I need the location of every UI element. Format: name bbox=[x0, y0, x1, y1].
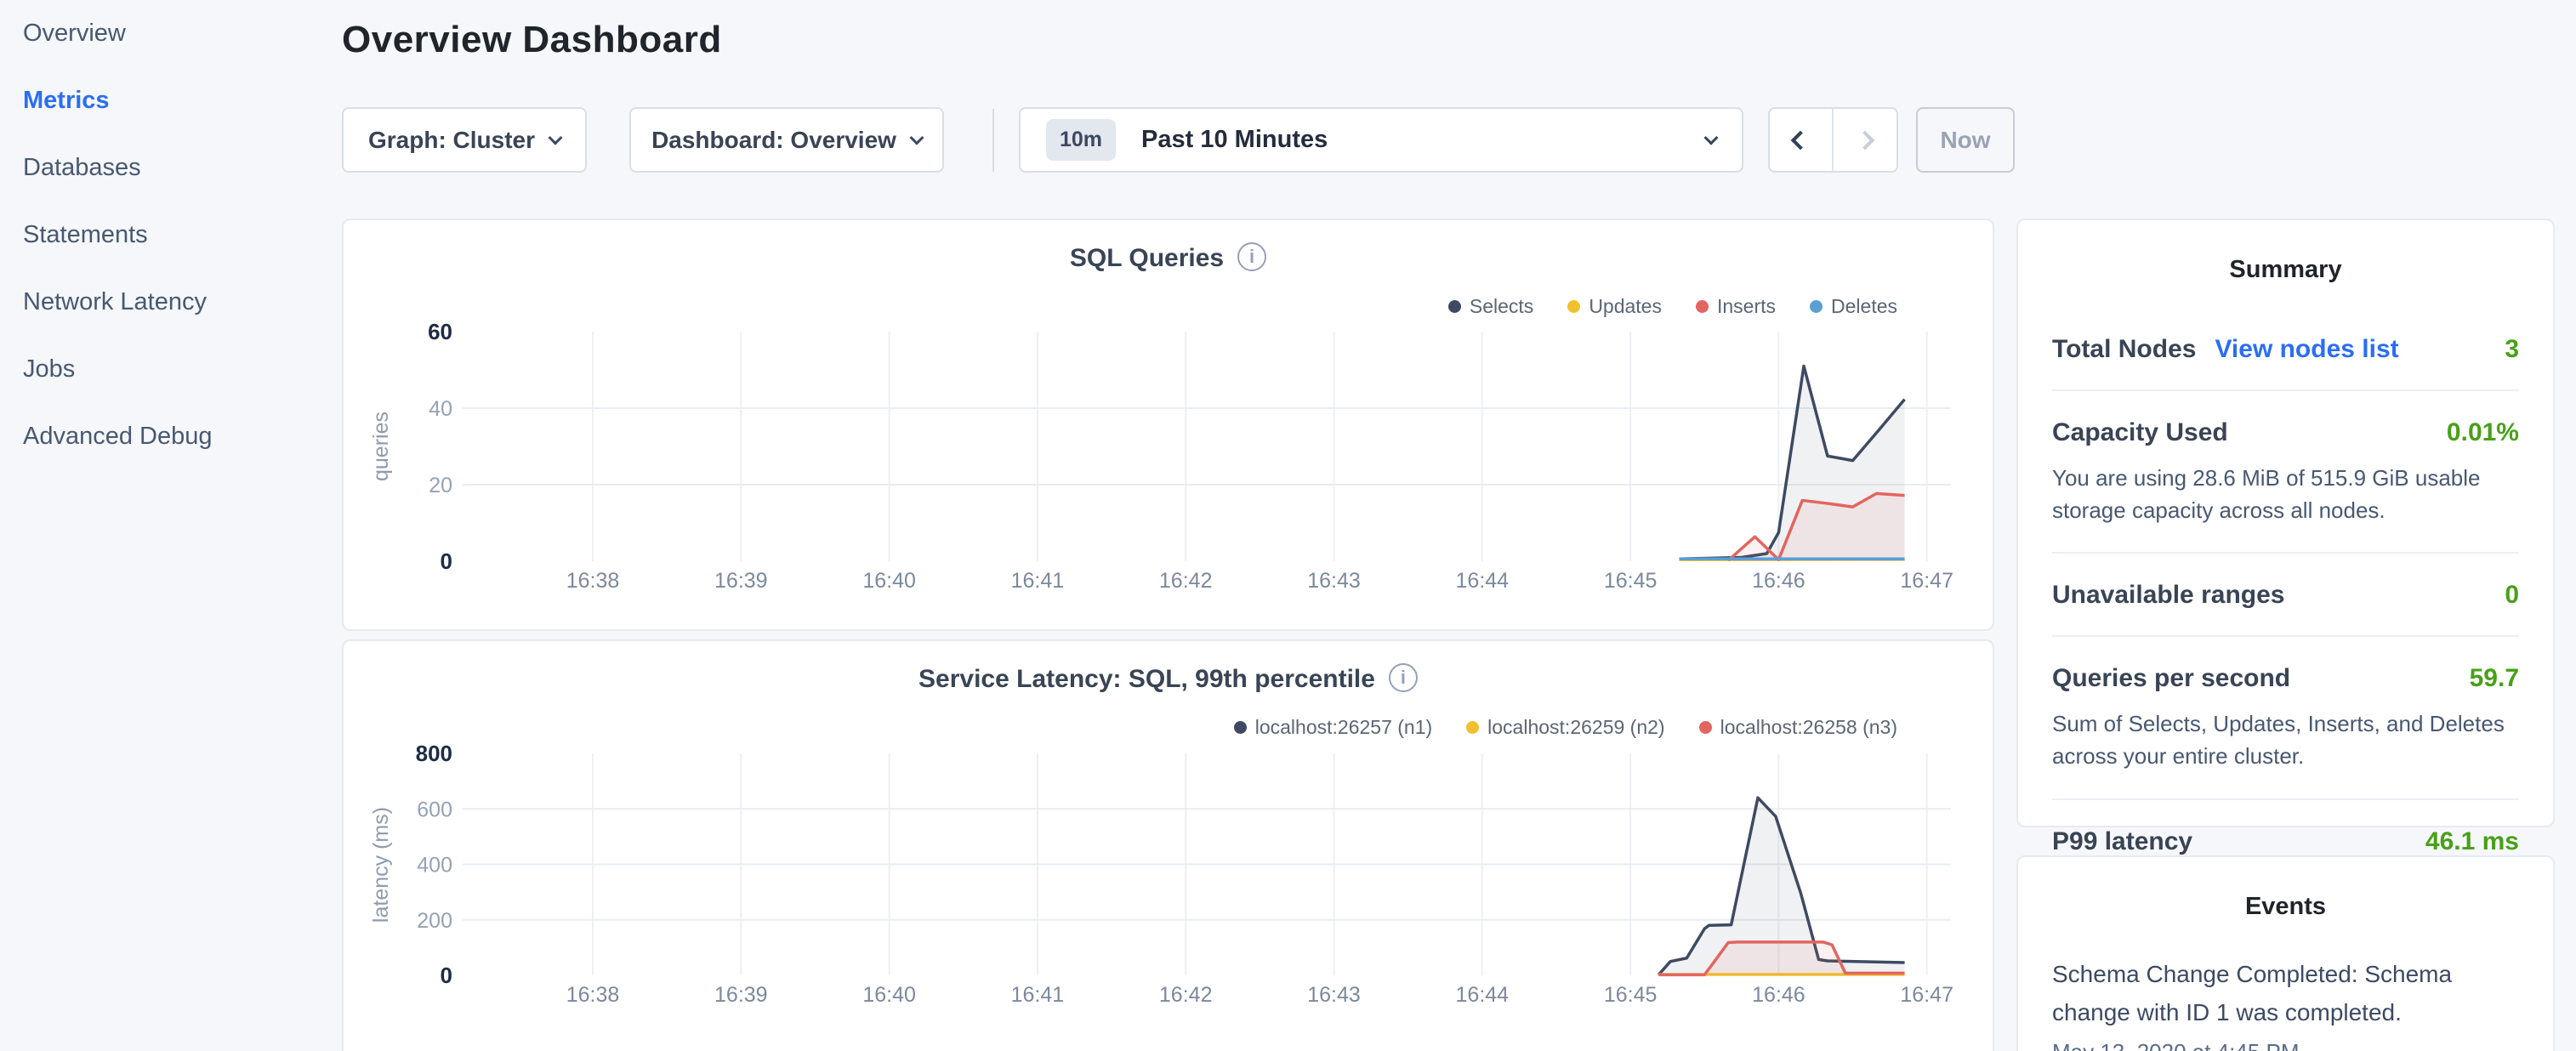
svg-text:16:46: 16:46 bbox=[1752, 569, 1805, 593]
svg-text:16:42: 16:42 bbox=[1159, 569, 1213, 593]
svg-text:latency (ms): latency (ms) bbox=[369, 807, 393, 923]
events-panel: Events Schema Change Completed: Schema c… bbox=[2016, 855, 2555, 1051]
view-nodes-list-link[interactable]: View nodes list bbox=[2215, 335, 2398, 364]
svg-text:20: 20 bbox=[429, 474, 452, 497]
stat-description: Sum of Selects, Updates, Inserts, and De… bbox=[2052, 708, 2519, 772]
stat-label: Queries per second bbox=[2052, 664, 2290, 693]
svg-text:16:41: 16:41 bbox=[1011, 983, 1065, 1007]
time-range-dropdown[interactable]: 10m Past 10 Minutes bbox=[1019, 107, 1743, 173]
event-timestamp: May 13, 2020 at 4:45 PM bbox=[2052, 1039, 2519, 1051]
svg-text:16:47: 16:47 bbox=[1900, 983, 1953, 1007]
service-latency-plot[interactable]: 16:38 16:39 16:40 16:41 16:42 16:43 16:44 16:45… bbox=[344, 641, 1993, 1051]
stat-value: 3 bbox=[2505, 335, 2519, 364]
time-range-badge: 10m bbox=[1046, 119, 1116, 161]
stat-label: Total Nodes bbox=[2052, 335, 2196, 364]
svg-text:16:38: 16:38 bbox=[566, 569, 620, 593]
stat-label: Unavailable ranges bbox=[2052, 581, 2284, 610]
stat-value: 59.7 bbox=[2470, 664, 2519, 693]
stat-label: Capacity Used bbox=[2052, 418, 2228, 447]
svg-text:16:39: 16:39 bbox=[714, 983, 768, 1007]
sidebar: Overview Metrics Databases Statements Ne… bbox=[0, 0, 342, 1051]
chevron-down-icon bbox=[1704, 130, 1719, 145]
graph-scope-dropdown[interactable]: Graph: Cluster bbox=[342, 107, 587, 173]
events-title: Events bbox=[2052, 893, 2519, 921]
time-prev-button[interactable] bbox=[1770, 109, 1834, 171]
sql-queries-plot[interactable]: 16:38 16:39 16:40 16:41 16:42 16:43 16:44 16:45… bbox=[344, 220, 1993, 629]
controls-divider bbox=[992, 109, 994, 172]
sidebar-item-jobs[interactable]: Jobs bbox=[0, 336, 342, 403]
svg-text:0: 0 bbox=[441, 963, 452, 988]
summary-row-total-nodes: Total Nodes View nodes list 3 bbox=[2052, 308, 2519, 391]
sidebar-item-metrics[interactable]: Metrics bbox=[0, 67, 342, 134]
svg-text:16:44: 16:44 bbox=[1456, 569, 1510, 593]
now-button[interactable]: Now bbox=[1916, 107, 2015, 173]
svg-text:600: 600 bbox=[417, 798, 452, 821]
svg-text:queries: queries bbox=[369, 412, 393, 481]
svg-text:16:40: 16:40 bbox=[862, 983, 916, 1007]
chevron-left-icon bbox=[1791, 130, 1811, 150]
event-message: Schema Change Completed: Schema change w… bbox=[2052, 955, 2519, 1032]
chevron-down-icon bbox=[549, 130, 563, 145]
stat-label: P99 latency bbox=[2052, 827, 2192, 856]
svg-text:60: 60 bbox=[428, 319, 452, 344]
graph-scope-dropdown-label: Graph: Cluster bbox=[368, 127, 535, 154]
svg-text:400: 400 bbox=[417, 854, 452, 878]
svg-text:800: 800 bbox=[416, 741, 452, 766]
stat-value: 0.01% bbox=[2447, 418, 2519, 447]
svg-text:16:45: 16:45 bbox=[1604, 983, 1658, 1007]
summary-title: Summary bbox=[2052, 256, 2519, 284]
svg-text:16:39: 16:39 bbox=[714, 569, 768, 593]
time-next-button[interactable] bbox=[1834, 109, 1897, 171]
dashboard-dropdown[interactable]: Dashboard: Overview bbox=[629, 107, 944, 173]
svg-text:200: 200 bbox=[417, 909, 452, 933]
summary-row-capacity-used: Capacity Used 0.01% You are using 28.6 M… bbox=[2052, 391, 2519, 554]
page-title: Overview Dashboard bbox=[342, 19, 722, 61]
stat-value: 46.1 ms bbox=[2425, 827, 2519, 856]
sidebar-item-statements[interactable]: Statements bbox=[0, 202, 342, 269]
svg-text:16:41: 16:41 bbox=[1011, 569, 1065, 593]
service-latency-chart-card: Service Latency: SQL, 99th percentilei l… bbox=[342, 639, 1994, 1051]
sql-queries-chart-card: SQL Queriesi Selects Updates Inserts Del… bbox=[342, 219, 1994, 631]
svg-text:16:47: 16:47 bbox=[1900, 569, 1953, 593]
svg-text:16:45: 16:45 bbox=[1604, 569, 1658, 593]
sidebar-item-network-latency[interactable]: Network Latency bbox=[0, 269, 342, 336]
svg-text:0: 0 bbox=[441, 548, 452, 574]
time-range-label: Past 10 Minutes bbox=[1141, 126, 1328, 154]
chevron-right-icon bbox=[1855, 130, 1874, 150]
svg-text:16:42: 16:42 bbox=[1159, 983, 1213, 1007]
svg-text:16:38: 16:38 bbox=[566, 983, 620, 1007]
time-pager bbox=[1768, 107, 1898, 173]
now-button-label: Now bbox=[1940, 127, 1990, 154]
sidebar-item-databases[interactable]: Databases bbox=[0, 134, 342, 202]
svg-text:16:46: 16:46 bbox=[1752, 983, 1805, 1007]
summary-row-queries-per-second: Queries per second 59.7 Sum of Selects, … bbox=[2052, 637, 2519, 799]
stat-value: 0 bbox=[2505, 581, 2519, 610]
sidebar-item-advanced-debug[interactable]: Advanced Debug bbox=[0, 403, 342, 470]
stat-description: You are using 28.6 MiB of 515.9 GiB usab… bbox=[2052, 463, 2519, 526]
dashboard-dropdown-label: Dashboard: Overview bbox=[651, 127, 896, 154]
sidebar-item-overview[interactable]: Overview bbox=[0, 0, 342, 67]
svg-text:40: 40 bbox=[429, 397, 452, 421]
chevron-down-icon bbox=[909, 130, 924, 145]
svg-text:16:44: 16:44 bbox=[1456, 983, 1510, 1007]
summary-row-unavailable-ranges: Unavailable ranges 0 bbox=[2052, 554, 2519, 637]
svg-text:16:43: 16:43 bbox=[1307, 983, 1361, 1007]
svg-text:16:40: 16:40 bbox=[862, 569, 916, 593]
svg-text:16:43: 16:43 bbox=[1307, 569, 1361, 593]
summary-panel: Summary Total Nodes View nodes list 3 Ca… bbox=[2016, 219, 2555, 827]
